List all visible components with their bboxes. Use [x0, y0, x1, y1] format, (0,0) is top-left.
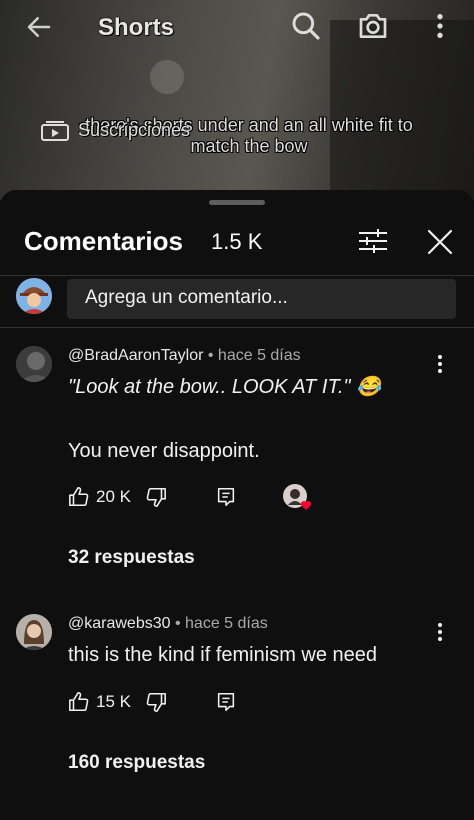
thumbs-up-icon[interactable] [68, 486, 90, 508]
heart-icon [300, 501, 312, 510]
comment-author[interactable]: @BradAaronTaylor [68, 347, 203, 364]
thumbs-down-icon[interactable] [145, 691, 167, 713]
comment-meta: @BradAaronTaylor • hace 5 días [68, 347, 301, 365]
comment-actions: 15 K [68, 690, 237, 714]
page-title: Shorts [98, 14, 175, 41]
camera-icon[interactable] [357, 10, 389, 42]
reply-icon[interactable] [215, 486, 237, 508]
comment-meta: @karawebs30 • hace 5 días [68, 615, 268, 633]
comment-time: • hace 5 días [174, 615, 268, 632]
comment-input[interactable]: Agrega un comentario... [67, 279, 456, 319]
avatar[interactable] [16, 614, 52, 650]
more-vert-icon[interactable] [430, 352, 450, 376]
comments-title: Comentarios [24, 226, 183, 256]
more-vert-icon[interactable] [424, 10, 456, 42]
comment-text: "Look at the bow.. LOOK AT IT." 😂 [68, 376, 381, 398]
comment-actions: 20 K [68, 485, 237, 509]
comment-input-placeholder: Agrega un comentario... [85, 287, 288, 308]
subscriptions-link[interactable]: Suscripciones [40, 116, 190, 144]
user-avatar [16, 278, 52, 314]
subscriptions-icon [41, 121, 69, 141]
more-vert-icon[interactable] [430, 620, 450, 644]
drag-handle[interactable] [209, 200, 265, 205]
comments-count: 1.5 K [211, 229, 263, 254]
comment-author[interactable]: @karawebs30 [68, 615, 171, 632]
replies-link[interactable]: 160 respuestas [68, 752, 205, 774]
replies-link[interactable]: 32 respuestas [68, 547, 195, 569]
comment-text: this is the kind if feminism we need [68, 644, 378, 666]
sort-filter-icon[interactable] [356, 226, 390, 256]
thumbs-down-icon[interactable] [145, 486, 167, 508]
divider [0, 327, 474, 328]
comment-text: You never disappoint. [68, 440, 260, 462]
arrow-left-icon[interactable] [24, 12, 54, 42]
like-count: 15 K [96, 692, 131, 711]
comment-time: • hace 5 días [207, 347, 301, 364]
comments-sheet: Comentarios 1.5 K Agrega un comentario..… [0, 190, 474, 820]
creator-heart-badge [282, 483, 312, 511]
video-light [150, 60, 184, 94]
top-bar: Shorts [0, 0, 474, 54]
reply-icon[interactable] [215, 691, 237, 713]
thumbs-up-icon[interactable] [68, 691, 90, 713]
divider [0, 275, 474, 276]
search-icon[interactable] [290, 10, 322, 42]
avatar[interactable] [16, 346, 52, 382]
subscriptions-label: Suscripciones [78, 119, 191, 140]
like-count: 20 K [96, 487, 131, 506]
close-icon[interactable] [424, 226, 456, 258]
